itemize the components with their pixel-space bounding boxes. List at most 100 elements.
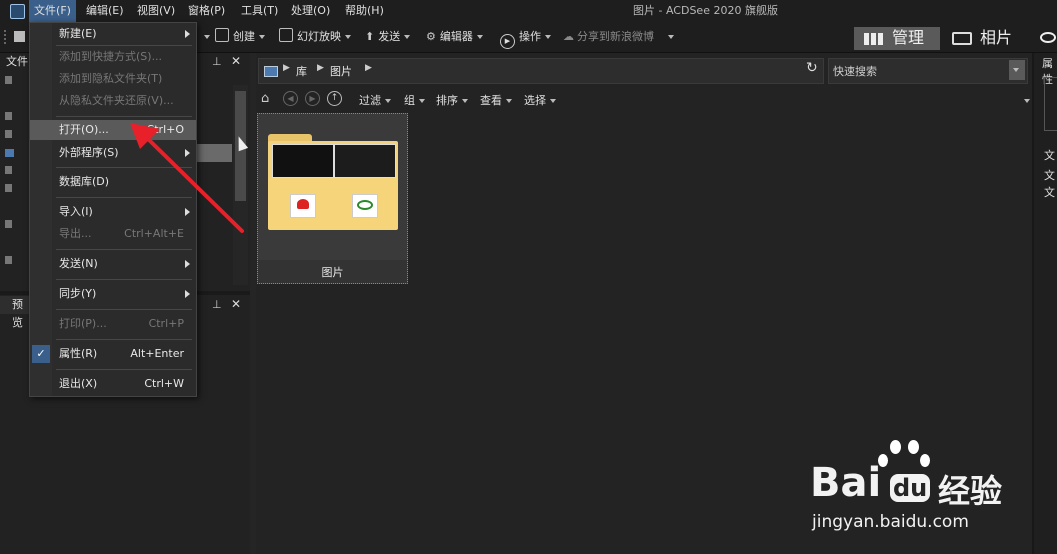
create-button[interactable]: 创建 xyxy=(215,22,265,52)
menu-edit[interactable]: 编辑(E) xyxy=(86,0,124,22)
filter-bar-overflow-icon[interactable] xyxy=(1020,94,1030,107)
menu-separator xyxy=(56,339,192,340)
window-title: 图片 - ACDSee 2020 旗舰版 xyxy=(633,4,778,17)
menu-item-exit[interactable]: 退出(X) Ctrl+W xyxy=(30,373,196,395)
menu-tools[interactable]: 工具(T) xyxy=(241,0,278,22)
search-dropdown-button[interactable] xyxy=(1009,60,1025,80)
slideshow-icon xyxy=(279,28,293,42)
baidu-watermark: Bai du 经验 jingyan.baidu.com xyxy=(810,440,1050,550)
watermark-url: jingyan.baidu.com xyxy=(812,512,969,532)
view-mode-button[interactable] xyxy=(1034,27,1057,50)
pin-icon[interactable]: ⊥ xyxy=(212,55,222,68)
folders-pane-title: 文件 xyxy=(6,55,28,68)
filter-label: 过滤 xyxy=(359,94,381,107)
overflow-caret-icon[interactable] xyxy=(664,22,674,52)
address-bar[interactable]: ▶ 库 ▶ 图片 ▶ xyxy=(258,58,824,84)
menu-item-label: 导出... xyxy=(59,227,92,240)
send-label: 发送 xyxy=(378,30,401,43)
preview-pane-title: 预览 xyxy=(12,298,23,329)
folder-icon xyxy=(268,134,398,230)
breadcrumb-library[interactable]: 库 xyxy=(296,63,307,79)
folder-thumbnail[interactable]: 图片 xyxy=(257,113,408,284)
menu-help[interactable]: 帮助(H) xyxy=(345,0,384,22)
breadcrumb-pictures[interactable]: 图片 xyxy=(330,63,352,79)
menu-item-label: 从隐私文件夹还原(V)... xyxy=(59,94,174,107)
slideshow-button[interactable]: 幻灯放映 xyxy=(279,22,351,52)
annotation-arrow-shaft xyxy=(144,135,244,233)
photos-label: 相片 xyxy=(980,28,1013,47)
group-menu[interactable]: 组 xyxy=(404,92,425,108)
thumbnail-label: 图片 xyxy=(321,266,344,279)
actions-label: 操作 xyxy=(519,30,541,43)
menu-item-label: 导入(I) xyxy=(59,205,93,218)
tree-marker-icon xyxy=(5,184,12,192)
computer-icon xyxy=(264,66,278,77)
menu-item-label: 同步(Y) xyxy=(59,287,97,300)
grid-icon xyxy=(864,33,884,45)
share-weibo-button[interactable]: ☁ 分享到新浪微博 xyxy=(563,22,654,52)
tree-marker-icon xyxy=(5,112,12,120)
home-icon[interactable]: ⌂ xyxy=(261,91,269,106)
tree-marker-icon xyxy=(5,220,12,228)
preview-pane-tab[interactable]: 预览 xyxy=(0,296,30,329)
menu-view[interactable]: 视图(V) xyxy=(137,0,175,22)
menu-item-restore-private[interactable]: 从隐私文件夹还原(V)... xyxy=(30,90,196,112)
filter-menu[interactable]: 过滤 xyxy=(359,92,391,108)
search-placeholder: 快速搜索 xyxy=(833,65,877,78)
filter-bar: ⌂ ◀ ▶ ↑ 过滤 组 排序 查看 选择 xyxy=(256,88,1032,110)
eye-icon xyxy=(1040,32,1056,43)
app-logo-icon[interactable] xyxy=(10,4,25,19)
weibo-icon: ☁ xyxy=(563,30,574,43)
menu-item-shortcut: Alt+Enter xyxy=(130,347,184,360)
select-menu[interactable]: 选择 xyxy=(524,92,556,108)
tree-marker-icon xyxy=(5,256,12,264)
menu-item-new[interactable]: 新建(E) xyxy=(30,23,196,45)
watermark-brand-du: du xyxy=(890,474,931,502)
layout-icon[interactable] xyxy=(14,31,25,42)
menu-item-send[interactable]: 发送(N) xyxy=(30,253,196,275)
watermark-cn: 经验 xyxy=(938,472,1003,510)
actions-button[interactable]: ▶ 操作 xyxy=(500,22,551,52)
up-icon[interactable]: ↑ xyxy=(327,91,342,106)
menu-item-print[interactable]: 打印(P)... Ctrl+P xyxy=(30,313,196,335)
sort-menu[interactable]: 排序 xyxy=(436,92,468,108)
menu-item-sync[interactable]: 同步(Y) xyxy=(30,283,196,305)
menu-item-properties[interactable]: ✓ 属性(R) Alt+Enter xyxy=(30,343,196,365)
thumbnail-label-bar: 图片 xyxy=(258,260,407,283)
properties-label: 文 xyxy=(1044,149,1055,162)
refresh-icon[interactable]: ↻ xyxy=(806,60,818,76)
menu-file[interactable]: 文件(F) xyxy=(29,0,76,22)
menu-item-label: 外部程序(S) xyxy=(59,146,119,159)
menu-item-label: 添加到隐私文件夹(T) xyxy=(59,72,163,85)
pin-icon[interactable]: ⊥ xyxy=(212,298,222,311)
send-button[interactable]: ⬆ 发送 xyxy=(365,22,411,52)
dropdown-caret-icon[interactable] xyxy=(200,22,210,52)
menu-item-label: 数据库(D) xyxy=(59,175,110,188)
submenu-arrow-icon xyxy=(185,290,190,298)
sort-label: 排序 xyxy=(436,94,458,107)
menu-item-add-shortcut[interactable]: 添加到快捷方式(S)... xyxy=(30,46,196,68)
menu-pane[interactable]: 窗格(P) xyxy=(188,0,225,22)
manage-label: 管理 xyxy=(892,28,925,47)
menu-separator xyxy=(56,309,192,310)
forward-icon[interactable]: ▶ xyxy=(305,91,320,106)
menu-item-shortcut: Ctrl+W xyxy=(144,377,184,390)
menu-item-label: 添加到快捷方式(S)... xyxy=(59,50,163,63)
editor-button[interactable]: ⚙ 编辑器 xyxy=(426,22,483,52)
view-menu[interactable]: 查看 xyxy=(480,92,512,108)
menu-process[interactable]: 处理(O) xyxy=(291,0,330,22)
menu-item-label: 属性(R) xyxy=(59,347,98,360)
close-icon[interactable]: ✕ xyxy=(231,297,241,311)
slideshow-label: 幻灯放映 xyxy=(297,30,341,43)
checkmark-icon: ✓ xyxy=(32,345,50,363)
close-icon[interactable]: ✕ xyxy=(231,54,241,68)
menu-item-add-private[interactable]: 添加到隐私文件夹(T) xyxy=(30,68,196,90)
back-icon[interactable]: ◀ xyxy=(283,91,298,106)
menu-separator xyxy=(56,279,192,280)
search-input[interactable]: 快速搜索 xyxy=(828,58,1028,84)
breadcrumb-separator-icon: ▶ xyxy=(283,63,290,73)
manage-mode-button[interactable]: 管理 xyxy=(854,27,940,50)
properties-label: 文 xyxy=(1044,169,1055,182)
photos-mode-button[interactable]: 相片 xyxy=(944,27,1030,50)
menu-bar: 文件(F) 编辑(E) 视图(V) 窗格(P) 工具(T) 处理(O) 帮助(H… xyxy=(0,0,1057,22)
